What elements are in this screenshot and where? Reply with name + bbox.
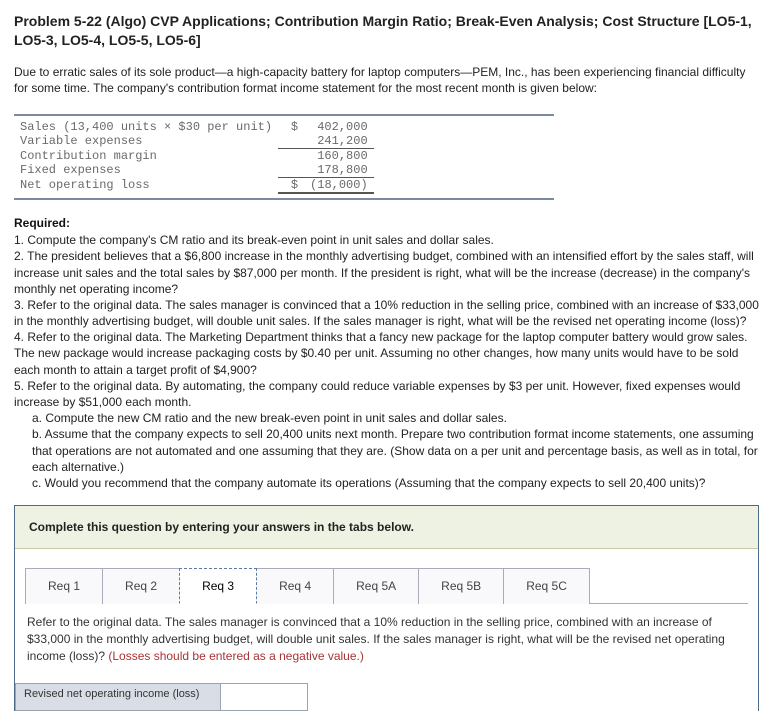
list-item: 4. Refer to the original data. The Marke… (14, 329, 759, 378)
required-list: 1. Compute the company's CM ratio and it… (14, 232, 759, 491)
table-row: Variable expenses 241,200 (14, 134, 374, 149)
tab-req4[interactable]: Req 4 (256, 568, 334, 604)
tabs-row: Req 1 Req 2 Req 3 Req 4 Req 5A Req 5B Re… (15, 549, 758, 603)
required-heading: Required: (14, 216, 759, 230)
result-label: Revised net operating income (loss) (15, 683, 221, 711)
list-item: b. Assume that the company expects to se… (14, 426, 759, 475)
tab-content: Refer to the original data. The sales ma… (15, 604, 758, 678)
row-value: 402,000 (304, 120, 374, 134)
list-item: 1. Compute the company's CM ratio and it… (14, 232, 759, 248)
tab-req2[interactable]: Req 2 (102, 568, 180, 604)
list-item: 5. Refer to the original data. By automa… (14, 378, 759, 410)
list-item: 2. The president believes that a $6,800 … (14, 248, 759, 297)
list-item: c. Would you recommend that the company … (14, 475, 759, 491)
list-item: a. Compute the new CM ratio and the new … (14, 410, 759, 426)
row-label: Fixed expenses (14, 163, 278, 178)
revised-noi-input[interactable] (220, 683, 308, 711)
problem-intro: Due to erratic sales of its sole product… (14, 64, 759, 96)
tab-req5c[interactable]: Req 5C (503, 568, 590, 604)
list-item: 3. Refer to the original data. The sales… (14, 297, 759, 329)
row-label: Variable expenses (14, 134, 278, 149)
answer-instruction: Complete this question by entering your … (15, 506, 758, 549)
tab-req5b[interactable]: Req 5B (418, 568, 504, 604)
table-row: Sales (13,400 units × $30 per unit) $ 40… (14, 120, 374, 134)
income-table: Sales (13,400 units × $30 per unit) $ 40… (14, 120, 374, 194)
currency-sign: $ (278, 120, 304, 134)
table-row: Net operating loss $ (18,000) (14, 178, 374, 194)
currency-sign (278, 134, 304, 149)
row-value: 241,200 (304, 134, 374, 149)
currency-sign: $ (278, 178, 304, 194)
row-value: (18,000) (304, 178, 374, 194)
row-value: 178,800 (304, 163, 374, 178)
answer-area: Complete this question by entering your … (14, 505, 759, 710)
table-row: Fixed expenses 178,800 (14, 163, 374, 178)
tab-req1[interactable]: Req 1 (25, 568, 103, 604)
currency-sign (278, 163, 304, 178)
row-label: Net operating loss (14, 178, 278, 194)
tab-req5a[interactable]: Req 5A (333, 568, 419, 604)
income-statement: Sales (13,400 units × $30 per unit) $ 40… (14, 114, 759, 200)
currency-sign (278, 149, 304, 164)
row-label: Sales (13,400 units × $30 per unit) (14, 120, 278, 134)
problem-title: Problem 5-22 (Algo) CVP Applications; Co… (14, 12, 759, 50)
row-label: Contribution margin (14, 149, 278, 164)
tab-req3[interactable]: Req 3 (179, 568, 257, 604)
table-row: Contribution margin 160,800 (14, 149, 374, 164)
loss-note: (Losses should be entered as a negative … (108, 649, 364, 663)
result-row: Revised net operating income (loss) (15, 683, 758, 711)
row-value: 160,800 (304, 149, 374, 164)
